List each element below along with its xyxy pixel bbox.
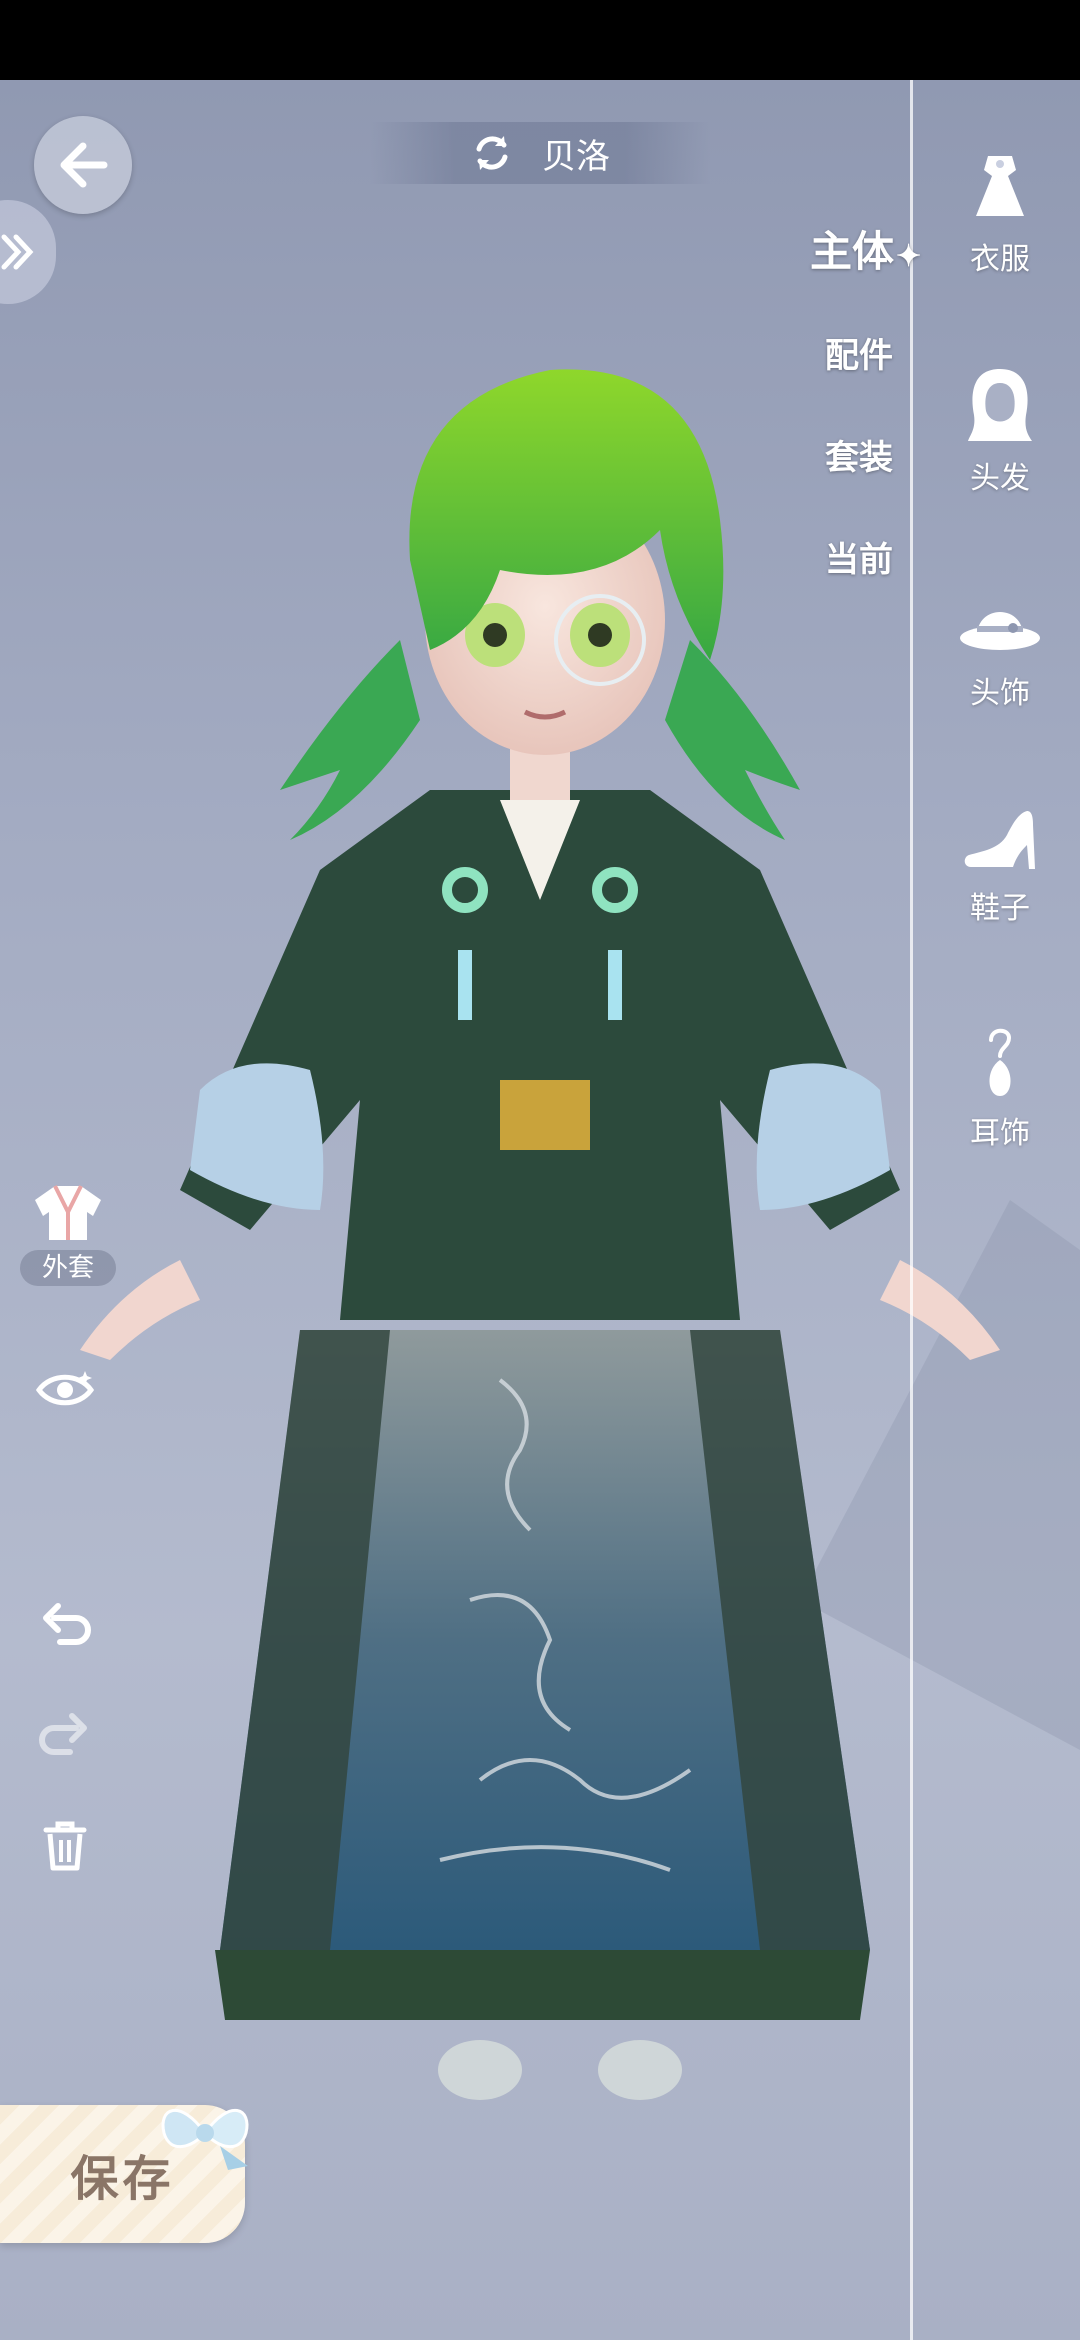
category-headwear-label: 头饰 <box>970 676 1030 711</box>
trash-icon <box>43 1821 87 1871</box>
sparkle-icon: ✦ <box>896 239 922 274</box>
visibility-toggle-button[interactable] <box>30 1360 100 1420</box>
coat-toggle-button[interactable] <box>28 1180 108 1246</box>
hat-icon <box>960 612 1040 650</box>
character-name: 贝洛 <box>542 136 610 177</box>
category-earrings-label: 耳饰 <box>970 1116 1030 1151</box>
tab-label: 主体 <box>810 227 895 276</box>
category-shoes[interactable]: 鞋子 <box>920 805 1080 927</box>
category-hair[interactable]: 头发 <box>920 365 1080 497</box>
refresh-icon <box>476 136 508 170</box>
category-clothes[interactable]: 衣服 <box>920 150 1080 278</box>
arrow-left-icon <box>60 142 108 188</box>
earring-icon <box>989 1028 1012 1096</box>
eye-icon <box>35 1371 95 1406</box>
tab-current[interactable]: 当前 <box>825 532 1080 581</box>
hair-icon <box>968 369 1032 441</box>
redo-button[interactable] <box>30 1700 100 1770</box>
category-clothes-label: 衣服 <box>970 242 1030 277</box>
dress-icon <box>976 156 1024 216</box>
coat-label: 外套 <box>20 1250 116 1286</box>
undo-button[interactable] <box>30 1590 100 1660</box>
category-headwear[interactable]: 头饰 <box>920 590 1080 712</box>
jacket-icon <box>35 1185 101 1240</box>
panel-divider <box>910 80 913 2340</box>
back-button[interactable] <box>34 116 132 214</box>
undo-icon <box>43 1603 91 1645</box>
high-heel-icon <box>964 811 1035 869</box>
category-earrings[interactable]: 耳饰 <box>920 1020 1080 1152</box>
category-shoes-label: 鞋子 <box>970 891 1030 926</box>
delete-button[interactable] <box>30 1810 100 1880</box>
category-hair-label: 头发 <box>970 461 1030 496</box>
bow-decoration-icon <box>161 2109 249 2170</box>
character-switch-bar[interactable]: 贝洛 <box>370 122 710 184</box>
double-chevron-right-icon <box>1 234 34 270</box>
redo-icon <box>39 1713 87 1755</box>
